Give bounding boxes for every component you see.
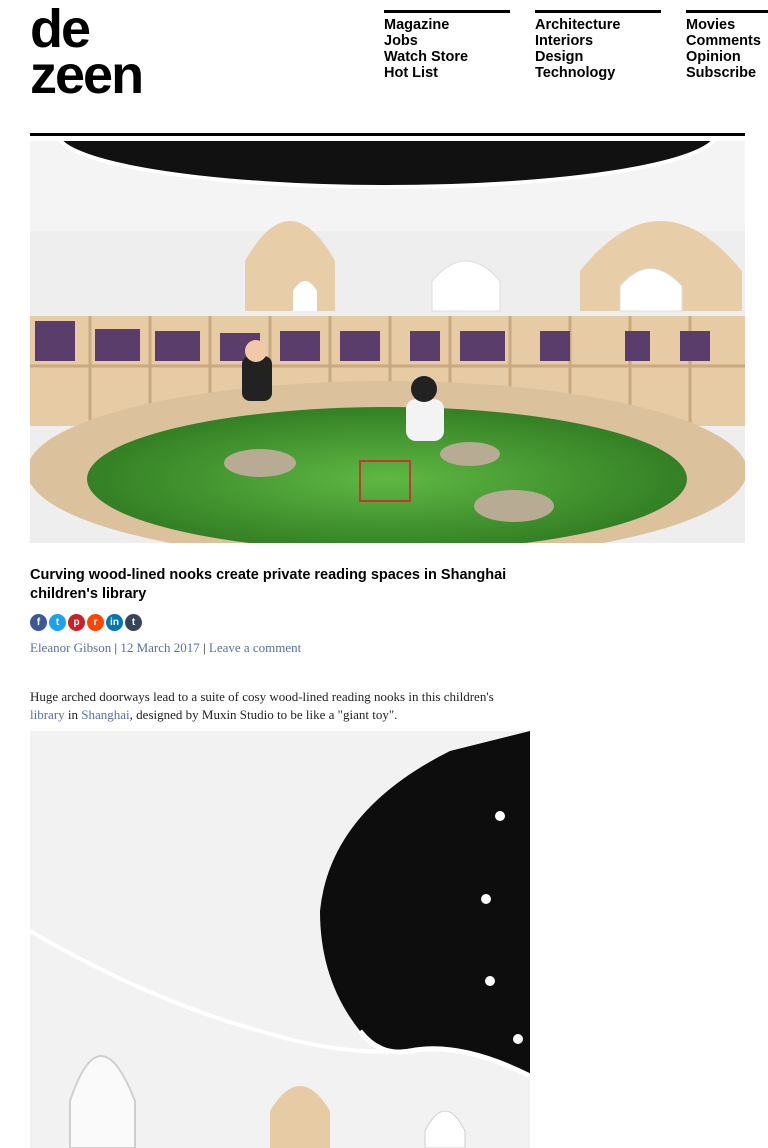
reddit-icon[interactable]: r <box>87 614 104 631</box>
nav-link-watch-store[interactable]: Watch Store <box>384 49 510 65</box>
nav-link-jobs[interactable]: Jobs <box>384 33 510 49</box>
byline-separator-1: | <box>111 640 121 655</box>
twitter-icon[interactable]: t <box>49 614 66 631</box>
date-link[interactable]: 12 March 2017 <box>120 640 199 655</box>
author-link[interactable]: Eleanor Gibson <box>30 640 111 655</box>
nav-link-magazine[interactable]: Magazine <box>384 17 510 33</box>
article-intro: Huge arched doorways lead to a suite of … <box>30 688 510 724</box>
intro-text-1: Huge arched doorways lead to a suite of … <box>30 689 494 704</box>
nav-link-opinion[interactable]: Opinion <box>686 49 768 65</box>
article-image-2[interactable] <box>30 731 530 1148</box>
nav-link-architecture[interactable]: Architecture <box>535 17 661 33</box>
nav-link-comments[interactable]: Comments <box>686 33 768 49</box>
article-title[interactable]: Curving wood-lined nooks create private … <box>30 566 530 604</box>
second-image-illustration <box>30 731 530 1148</box>
facebook-icon[interactable]: f <box>30 614 47 631</box>
header-divider <box>30 133 745 136</box>
nav-link-subscribe[interactable]: Subscribe <box>686 65 768 81</box>
intro-text-2: in <box>64 707 82 722</box>
pinterest-icon[interactable]: p <box>68 614 85 631</box>
shanghai-link[interactable]: Shanghai <box>81 707 129 722</box>
intro-text-3: , designed by Muxin Studio to be like a … <box>129 707 398 722</box>
nav-link-design[interactable]: Design <box>535 49 661 65</box>
hero-illustration <box>30 141 745 543</box>
nav-link-movies[interactable]: Movies <box>686 17 768 33</box>
library-link[interactable]: library <box>30 707 65 722</box>
social-share-bar: f t p r in t <box>30 614 142 631</box>
linkedin-icon[interactable]: in <box>106 614 123 631</box>
nav-link-technology[interactable]: Technology <box>535 65 661 81</box>
logo-line-2: zeen <box>30 45 144 105</box>
dezeen-logo[interactable]: de zeen <box>30 2 144 105</box>
hero-image[interactable] <box>30 141 745 543</box>
article-byline: Eleanor Gibson | 12 March 2017 | Leave a… <box>30 640 301 656</box>
tumblr-icon[interactable]: t <box>125 614 142 631</box>
leave-comment-link[interactable]: Leave a comment <box>209 640 301 655</box>
nav-link-hot-list[interactable]: Hot List <box>384 65 510 81</box>
nav-column-3: Movies Comments Opinion Subscribe <box>686 10 768 81</box>
byline-separator-2: | <box>199 640 209 655</box>
nav-link-interiors[interactable]: Interiors <box>535 33 661 49</box>
nav-column-2: Architecture Interiors Design Technology <box>535 10 661 81</box>
nav-column-1: Magazine Jobs Watch Store Hot List <box>384 10 510 81</box>
